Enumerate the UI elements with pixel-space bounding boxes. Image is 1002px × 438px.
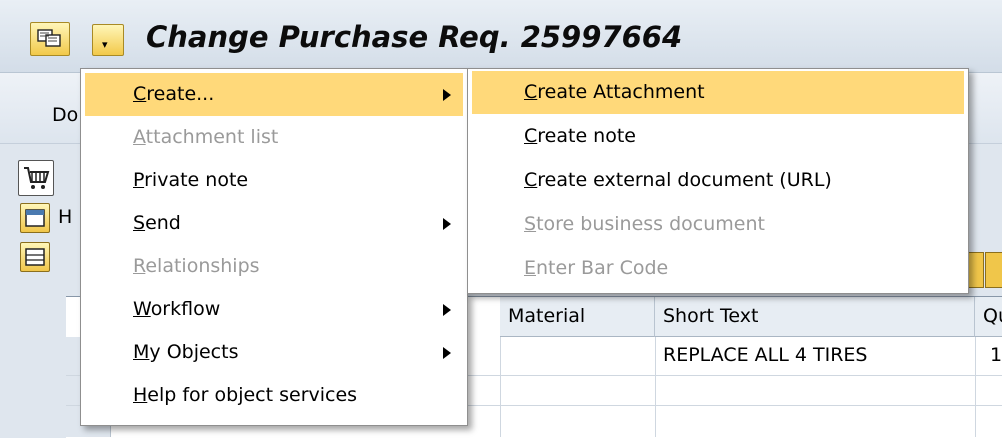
grid-toolbar-button[interactable] <box>968 252 984 288</box>
shopping-cart-button[interactable] <box>18 160 54 196</box>
menu-item-help-object-services[interactable]: Help for object services <box>85 374 463 417</box>
menu-item-workflow[interactable]: Workflow <box>85 288 463 331</box>
cell-quantity[interactable]: 1 <box>990 344 1002 366</box>
cell-short-text[interactable]: REPLACE ALL 4 TIRES <box>663 344 867 366</box>
header-expand-button[interactable] <box>20 203 50 233</box>
menu-item-attachment-list: Attachment list <box>133 126 279 148</box>
object-services-icon <box>37 29 61 47</box>
submenu-arrow-icon <box>443 89 451 101</box>
menu-item-my-objects[interactable]: My Objects <box>85 331 463 374</box>
menu-item-store-business-document: Store business document <box>524 213 765 235</box>
shopping-cart-icon <box>24 167 50 189</box>
grid-layout-button[interactable] <box>985 252 1002 288</box>
grid-column-divider <box>500 337 501 437</box>
menu-item-create[interactable]: Create... <box>85 73 463 116</box>
header-label: H <box>58 206 73 228</box>
menu-item-private-note[interactable]: Private note <box>85 159 463 202</box>
document-overview-button[interactable]: Do <box>52 104 78 126</box>
column-header-quantity[interactable]: Qu <box>975 297 1002 337</box>
column-header-short-text[interactable]: Short Text <box>655 297 975 337</box>
menu-item-relationships: Relationships <box>133 255 260 277</box>
menu-item-send[interactable]: Send <box>85 202 463 245</box>
menu-item-enter-bar-code: Enter Bar Code <box>524 257 669 279</box>
header-icon <box>25 209 45 227</box>
menu-item-create-note[interactable]: Create note <box>472 115 964 158</box>
grid-column-divider <box>655 337 656 437</box>
menu-item-create-attachment[interactable]: Create Attachment <box>472 71 964 114</box>
chevron-down-icon: ▾ <box>102 38 108 51</box>
submenu-arrow-icon <box>443 304 451 316</box>
services-for-object-button[interactable] <box>30 22 70 56</box>
item-overview-icon <box>25 248 45 266</box>
create-submenu: Create Attachment Create note Create ext… <box>467 68 969 294</box>
submenu-arrow-icon <box>443 218 451 230</box>
grid-column-divider <box>975 337 976 437</box>
menu-item-create-external-document[interactable]: Create external document (URL) <box>472 159 964 202</box>
submenu-arrow-icon <box>443 347 451 359</box>
item-overview-button[interactable] <box>20 242 50 272</box>
services-dropdown-button[interactable]: ▾ <box>92 24 124 56</box>
column-header-material[interactable]: Material <box>500 297 655 337</box>
object-services-menu: Create... Attachment list Private note S… <box>80 68 468 426</box>
window-title: Change Purchase Req. 25997664 <box>146 20 683 54</box>
